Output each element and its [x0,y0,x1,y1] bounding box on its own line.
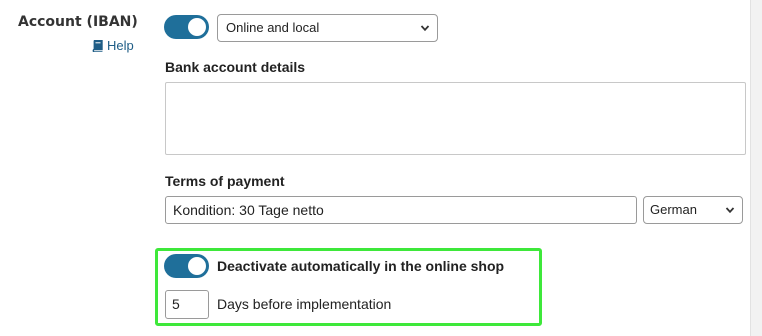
deactivate-toggle[interactable] [164,254,209,278]
deactivate-label: Deactivate automatically in the online s… [217,258,505,274]
days-input[interactable]: 5 [165,290,209,319]
availability-select[interactable]: Online and local [217,14,438,42]
field-label: Account (IBAN) [18,14,138,30]
help-link[interactable]: Help [92,38,134,53]
help-label[interactable]: Help [107,38,134,53]
language-selected: German [650,202,697,217]
toggle-knob [188,18,206,36]
availability-selected: Online and local [226,20,320,35]
terms-label: Terms of payment [165,173,285,189]
availability-toggle[interactable] [164,15,209,39]
toggle-knob [188,257,206,275]
days-label: Days before implementation [217,296,392,312]
chevron-down-icon [725,207,735,214]
bank-details-textarea[interactable] [165,82,746,155]
language-select[interactable]: German [643,196,743,224]
bank-details-label: Bank account details [165,59,306,75]
scrollbar[interactable] [750,0,762,336]
terms-input[interactable]: Kondition: 30 Tage netto [165,196,637,224]
book-icon [92,39,103,52]
chevron-down-icon [420,25,430,32]
